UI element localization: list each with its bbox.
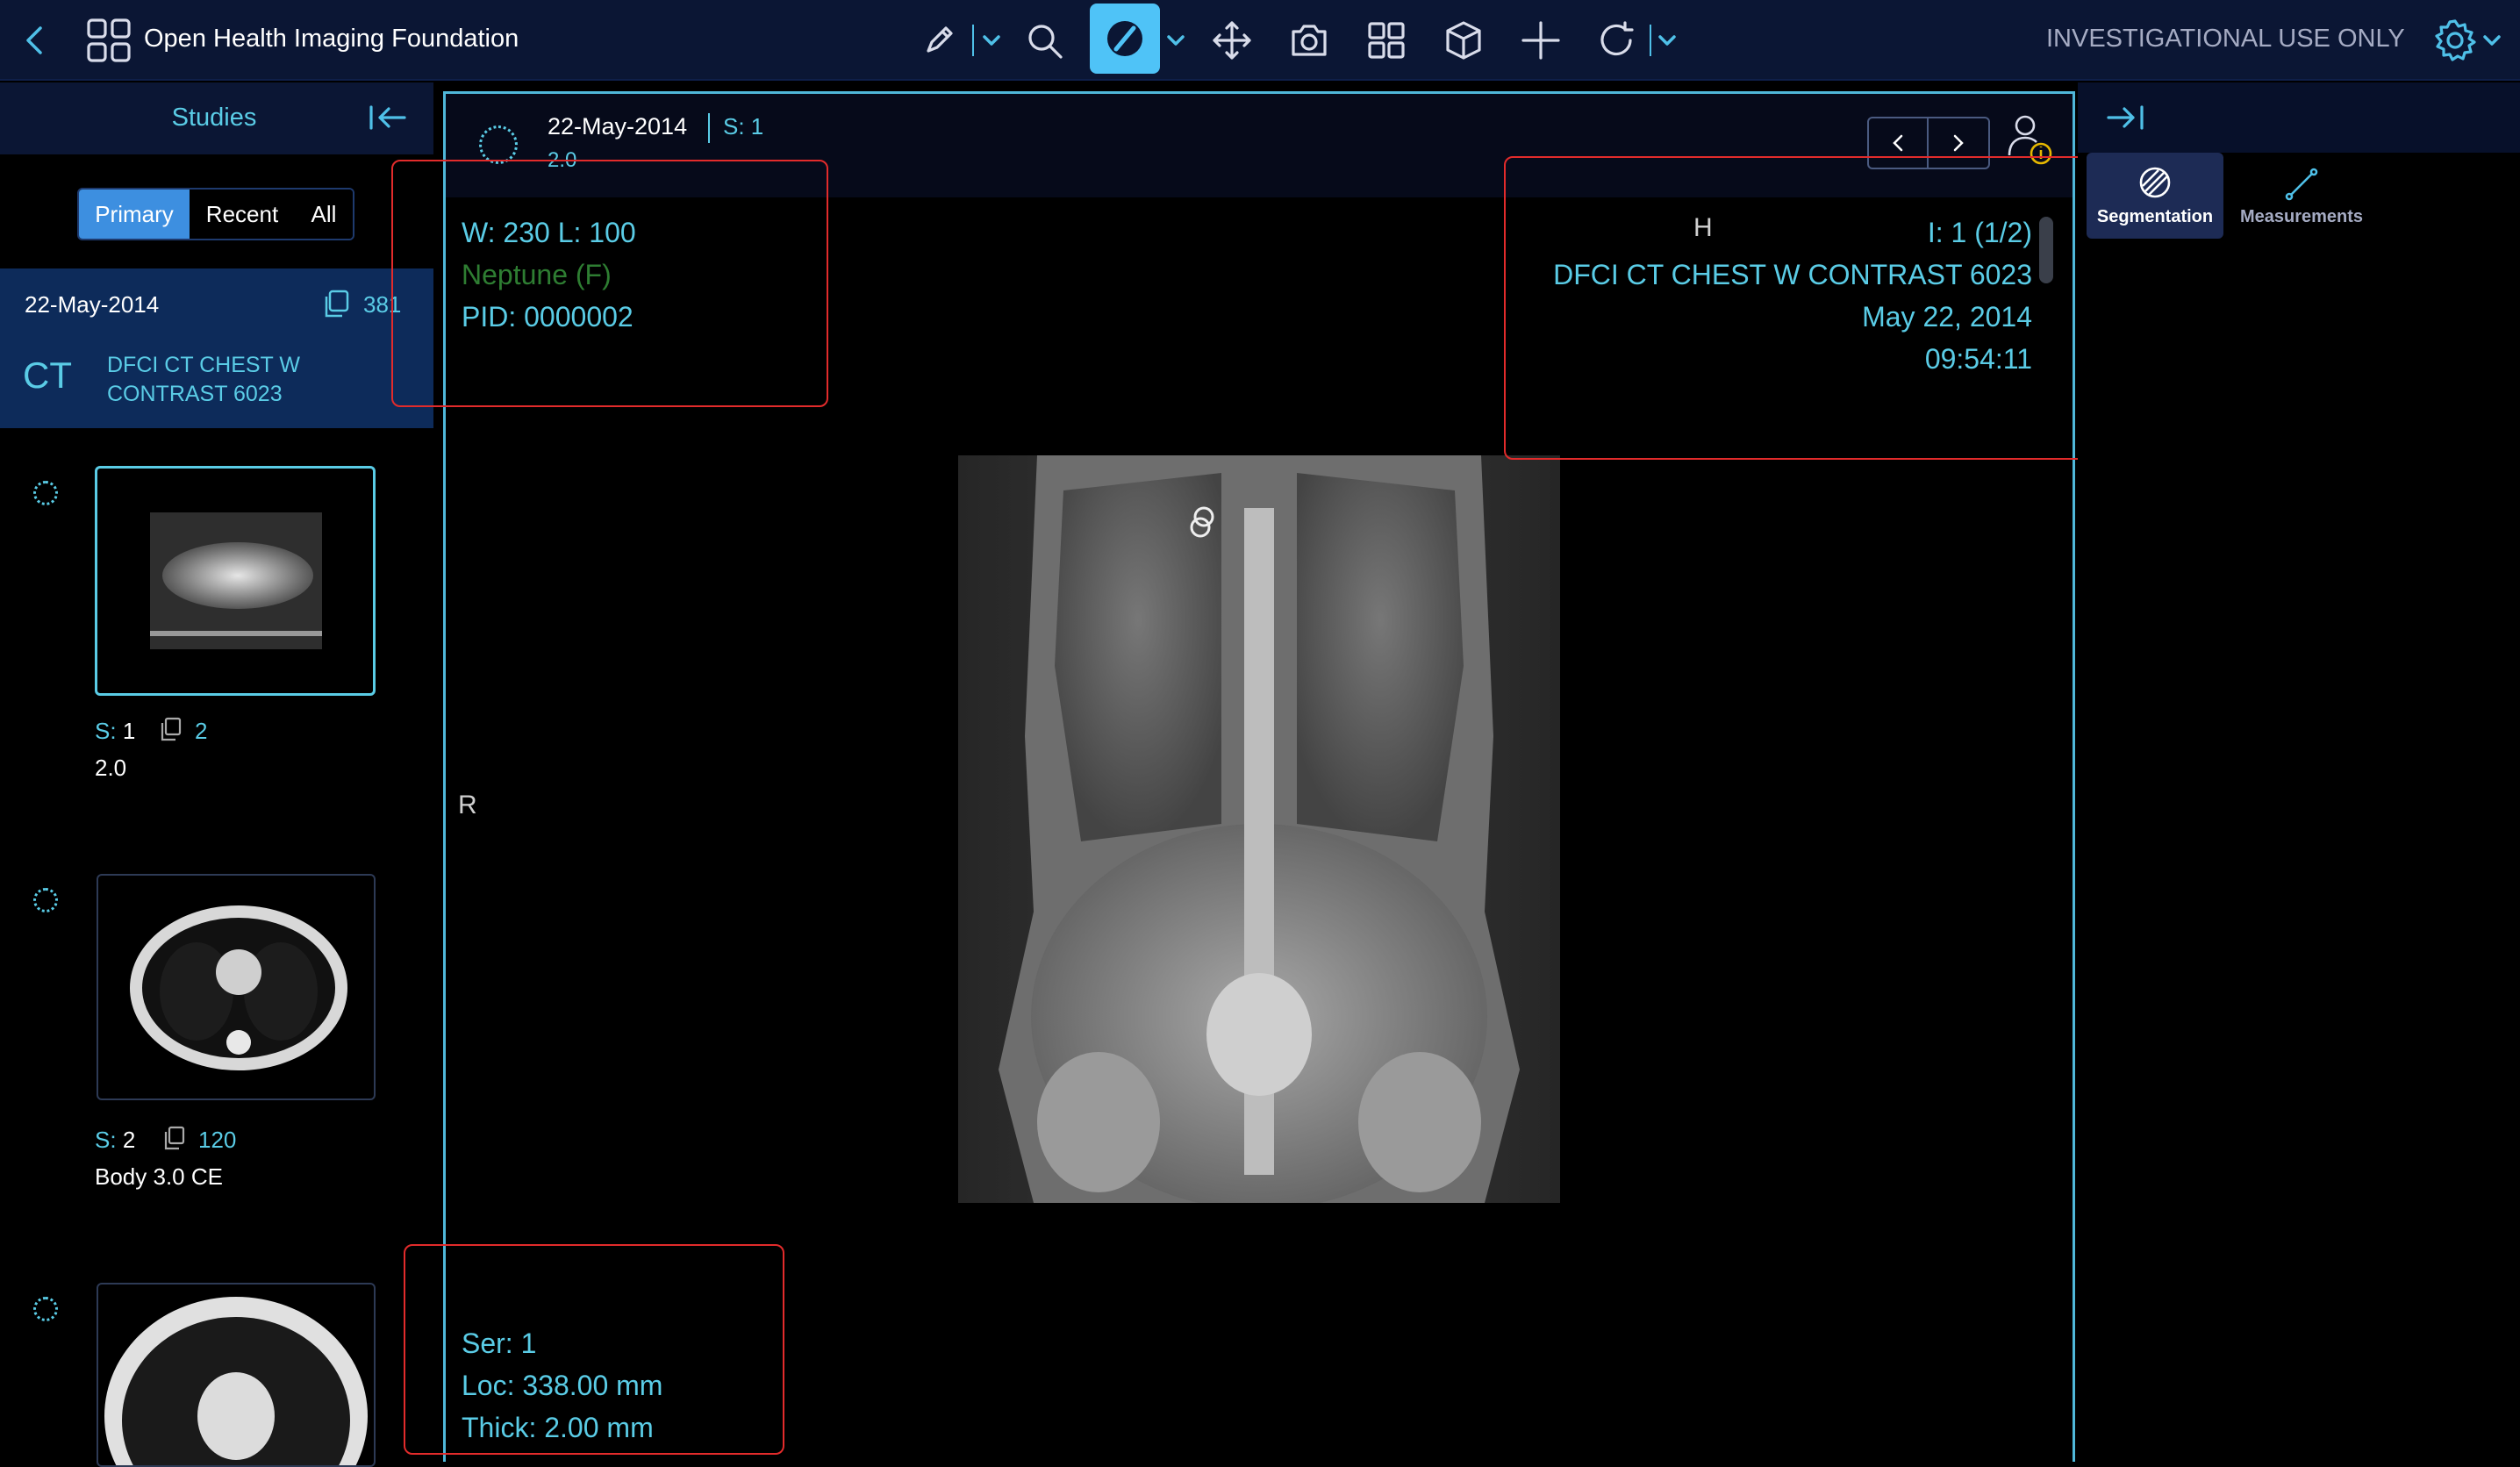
- contrast-icon: [1107, 21, 1142, 56]
- tab-all[interactable]: All: [295, 190, 353, 239]
- chevron-left-icon: [1893, 134, 1903, 152]
- top-toolbar: Open Health Imaging Foundation INVESTIGA…: [0, 0, 2520, 81]
- instances-icon: [158, 716, 183, 742]
- chevron-down-icon[interactable]: [2480, 28, 2504, 53]
- study-modality: CT: [23, 354, 72, 396]
- chevron-down-icon[interactable]: [1655, 28, 1679, 53]
- right-side-panel: Segmentation Measurements: [2078, 82, 2520, 1462]
- 3d-cube-icon[interactable]: [1443, 19, 1485, 61]
- capture-icon[interactable]: [1288, 19, 1330, 61]
- measure-pencil-icon[interactable]: [920, 21, 958, 60]
- chevron-down-icon[interactable]: [979, 28, 1004, 53]
- thumbnail-image: [104, 1297, 368, 1465]
- studies-header: Studies: [0, 82, 433, 154]
- tab-primary[interactable]: Primary: [79, 190, 190, 239]
- study-filter-tabs: Primary Recent All: [77, 188, 354, 240]
- segmentation-icon: [2139, 167, 2171, 197]
- thumbnail-image: [130, 905, 347, 1070]
- separator: [1650, 25, 1651, 56]
- tab-measurements[interactable]: Measurements: [2227, 153, 2376, 239]
- series-instance-count: 2: [195, 718, 208, 744]
- series-number: S: 2: [95, 1127, 136, 1153]
- studies-title: Studies: [171, 104, 257, 132]
- layout-icon[interactable]: [1365, 19, 1407, 61]
- study-date: 22-May-2014: [25, 291, 160, 318]
- series-description: 2.0: [95, 755, 127, 781]
- loading-spinner-icon: [33, 888, 58, 912]
- rotate-icon[interactable]: [1595, 19, 1637, 61]
- back-icon[interactable]: [18, 21, 53, 60]
- right-panel-header: [2078, 82, 2520, 153]
- grid-logo-icon[interactable]: [86, 18, 132, 63]
- orientation-marker-left: R: [458, 791, 477, 819]
- study-card[interactable]: 22-May-2014 381 CT DFCI CT CHEST W CONTR…: [0, 268, 433, 428]
- tab-recent[interactable]: Recent: [190, 190, 295, 239]
- copy-icon: [321, 288, 351, 319]
- tab-measurements-label: Measurements: [2239, 206, 2364, 226]
- viewport-series: S: 1: [723, 113, 764, 140]
- studies-panel: Studies Primary Recent All 22-May-2014 3…: [0, 82, 433, 1467]
- thumbnail-image: [150, 512, 322, 649]
- tab-segmentation[interactable]: Segmentation: [2087, 153, 2223, 239]
- loading-spinner-icon: [33, 1297, 58, 1321]
- annotation-box: [1504, 156, 2087, 460]
- zoom-icon[interactable]: [1025, 21, 1065, 61]
- contrast-tool-button[interactable]: [1090, 4, 1160, 74]
- loading-spinner-icon: [479, 125, 518, 164]
- series-thumbnail[interactable]: [97, 874, 376, 1100]
- instances-icon: [161, 1125, 186, 1151]
- chevron-right-icon: [1953, 134, 1964, 152]
- series-number: S: 1: [95, 718, 136, 744]
- annotation-box: [404, 1244, 784, 1455]
- app-title: Open Health Imaging Foundation: [144, 25, 519, 53]
- series-thumbnail[interactable]: [97, 1283, 376, 1467]
- ct-image[interactable]: [958, 455, 1560, 1210]
- series-instance-count: 120: [198, 1127, 237, 1153]
- expand-panel-icon[interactable]: [2104, 100, 2146, 135]
- viewport-date: 22-May-2014: [548, 113, 688, 140]
- tab-segmentation-label: Segmentation: [2096, 206, 2214, 226]
- study-description: DFCI CT CHEST W CONTRAST 6023: [107, 353, 300, 406]
- crosshair-icon[interactable]: [1520, 19, 1562, 61]
- collapse-panel-icon[interactable]: [367, 100, 409, 135]
- chevron-down-icon[interactable]: [1163, 28, 1188, 53]
- investigational-notice: INVESTIGATIONAL USE ONLY: [2046, 25, 2405, 53]
- separator: [708, 113, 710, 143]
- loading-spinner-icon: [33, 481, 58, 505]
- measurement-icon: [2285, 168, 2318, 200]
- settings-icon[interactable]: [2432, 18, 2478, 63]
- separator: [972, 25, 974, 56]
- series-thumbnail[interactable]: [95, 466, 376, 696]
- series-description: Body 3.0 CE: [95, 1163, 223, 1190]
- pan-icon[interactable]: [1211, 19, 1253, 61]
- annotation-box: [391, 160, 828, 407]
